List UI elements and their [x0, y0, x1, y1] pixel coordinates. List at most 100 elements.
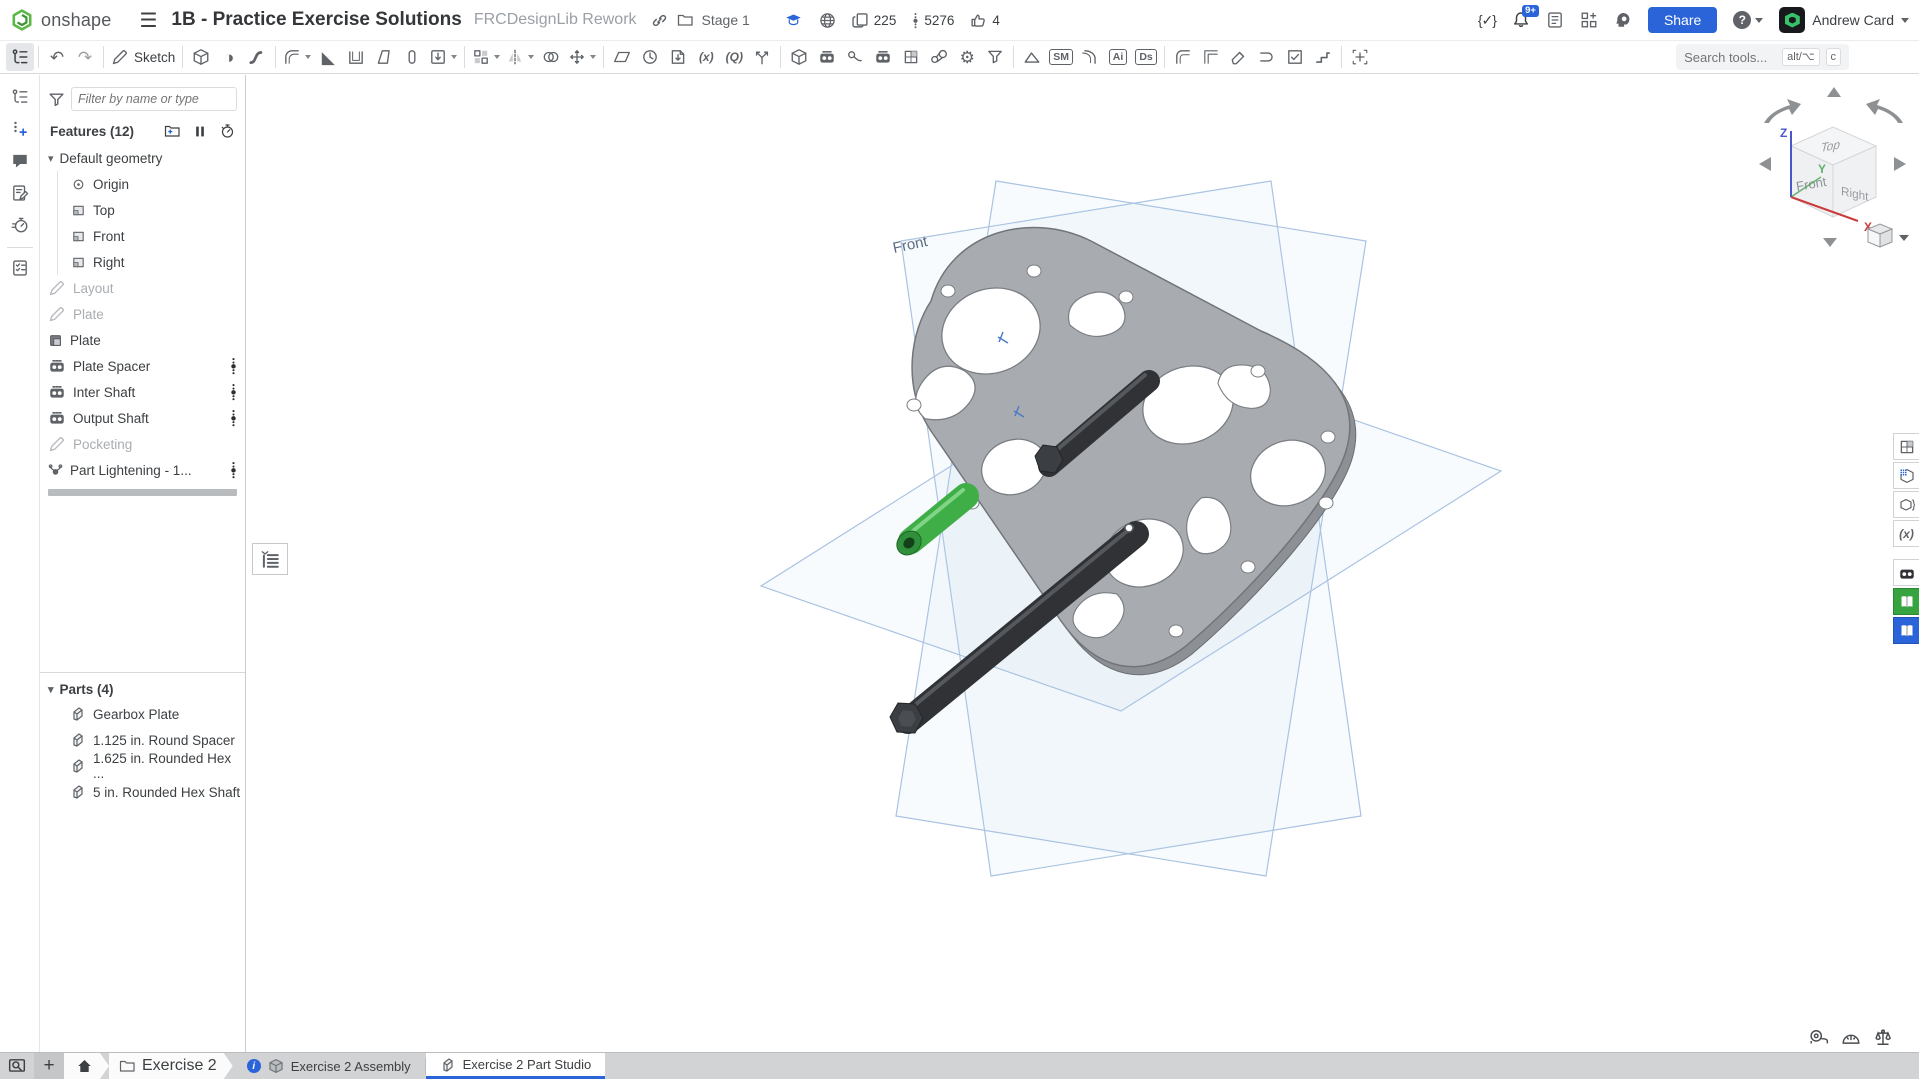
regeneration-time-icon[interactable] [219, 123, 235, 139]
configuration-variables-panel-tab[interactable]: (x) [1893, 520, 1919, 547]
apps-icon[interactable] [1580, 11, 1598, 29]
primitive-box-button[interactable] [785, 43, 813, 71]
feature-status-dots-icon[interactable] [230, 357, 237, 378]
belt-calculator-button[interactable] [813, 43, 841, 71]
user-name[interactable]: Andrew Card [1812, 12, 1894, 28]
view-cube[interactable]: Top Front Right Z Y X [1759, 87, 1909, 247]
bend-button[interactable] [1076, 43, 1104, 71]
origin-marker[interactable] [1125, 524, 1133, 532]
feature-status-dots-icon[interactable] [230, 409, 237, 430]
feature-list-flyout-button[interactable] [252, 543, 288, 575]
ai-advisor-button[interactable]: Ai [1104, 43, 1132, 71]
help-caret-icon[interactable] [1755, 18, 1763, 23]
tab-manager-icon[interactable] [0, 1053, 34, 1079]
filter-feature-button[interactable] [981, 43, 1009, 71]
rib-button[interactable] [398, 43, 426, 71]
document-title[interactable]: 1B - Practice Exercise Solutions [171, 9, 461, 31]
view-options-button[interactable] [1868, 224, 1909, 247]
redo-button[interactable]: ↷ [71, 43, 99, 71]
home-tab[interactable] [64, 1053, 109, 1079]
feature-row[interactable]: Right [58, 249, 245, 275]
toggle-feature-list-button[interactable] [6, 43, 34, 71]
appearance-panel-tab[interactable] [1893, 433, 1919, 460]
tape-measure-icon[interactable] [1809, 1028, 1829, 1046]
feature-row[interactable]: Output Shaft [40, 405, 245, 431]
link-icon[interactable] [651, 12, 668, 29]
feature-row[interactable]: Origin [58, 171, 245, 197]
pulley-button[interactable] [925, 43, 953, 71]
onshape-logo[interactable]: onshape [10, 8, 111, 32]
material-button[interactable] [897, 43, 925, 71]
sheet-metal-model-button[interactable]: SM [1046, 43, 1076, 71]
frame-button[interactable] [748, 43, 776, 71]
search-tools-input[interactable] [1684, 50, 1776, 65]
shell-button[interactable] [342, 43, 370, 71]
finish-button[interactable] [1225, 43, 1253, 71]
part-row[interactable]: 1.625 in. Rounded Hex ... [40, 753, 245, 779]
workspace-name[interactable]: Stage 1 [702, 12, 750, 28]
feature-status-dots-icon[interactable] [230, 383, 237, 404]
fillet-dropdown-icon[interactable] [305, 55, 311, 59]
hole-button[interactable] [426, 43, 460, 71]
rollback-bar[interactable] [48, 489, 237, 496]
undo-button[interactable]: ↶ [43, 43, 71, 71]
ai-assistant-icon[interactable] [1614, 11, 1632, 29]
part-row[interactable]: Gearbox Plate [40, 701, 245, 727]
spline-button[interactable] [841, 43, 869, 71]
tab-feature-button[interactable] [1281, 43, 1309, 71]
notes-panel-button[interactable] [5, 179, 35, 207]
versions-icon[interactable]: {✓} [1478, 12, 1496, 29]
revolve-button[interactable]: ◑ [215, 43, 243, 71]
tasks-icon[interactable] [1546, 11, 1564, 29]
sheet-metal-flat-button[interactable] [1018, 43, 1046, 71]
flange-button[interactable] [1169, 43, 1197, 71]
design-studio-button[interactable]: Ds [1132, 43, 1160, 71]
suppress-pause-icon[interactable] [193, 124, 207, 139]
boolean-button[interactable] [537, 43, 565, 71]
extrude-button[interactable] [187, 43, 215, 71]
linear-pattern-dropdown-icon[interactable] [494, 55, 500, 59]
transform-dropdown-icon[interactable] [590, 55, 596, 59]
variable-button[interactable]: (x) [692, 43, 720, 71]
mirror-dropdown-icon[interactable] [528, 55, 534, 59]
notifications-bell-icon[interactable]: 9+ [1512, 11, 1530, 29]
main-menu-icon[interactable]: ☰ [139, 8, 157, 33]
origin-align-button[interactable] [1346, 43, 1374, 71]
feature-row[interactable]: Inter Shaft [40, 379, 245, 405]
draft-button[interactable] [370, 43, 398, 71]
part-row[interactable]: 5 in. Rounded Hex Shaft [40, 779, 245, 805]
sweep-button[interactable] [243, 43, 271, 71]
user-menu-caret-icon[interactable] [1901, 18, 1909, 23]
feature-row[interactable]: Part Lightening - 1... [40, 457, 245, 483]
helix-button[interactable] [636, 43, 664, 71]
tab-exercise-2-assembly[interactable]: iExercise 2 Assembly [233, 1053, 425, 1079]
sketch-button[interactable]: Sketch [108, 43, 178, 71]
feature-group-row[interactable]: ▾Default geometry [40, 145, 245, 171]
user-avatar[interactable] [1779, 7, 1805, 33]
history-panel-button[interactable] [5, 211, 35, 239]
gear-button[interactable]: ⚙ [953, 43, 981, 71]
wire-button[interactable] [1253, 43, 1281, 71]
comments-panel-button[interactable] [5, 147, 35, 175]
routing-button[interactable] [1309, 43, 1337, 71]
configured-features-panel-tab[interactable] [1893, 491, 1919, 518]
feature-row[interactable]: Plate [40, 327, 245, 353]
3d-viewport-canvas[interactable]: Front [246, 75, 1919, 1052]
feature-row[interactable]: Pocketing [40, 431, 245, 457]
search-tools[interactable]: alt/⌥ c [1676, 44, 1849, 70]
checklist-panel-button[interactable] [5, 254, 35, 282]
corner-button[interactable] [1197, 43, 1225, 71]
add-folder-icon[interactable] [163, 123, 181, 139]
info-icon[interactable]: i [247, 1059, 261, 1073]
import-button[interactable] [664, 43, 692, 71]
learning-center-panel-tab[interactable] [1893, 588, 1919, 615]
feature-row[interactable]: Top [58, 197, 245, 223]
featurescript-panel-tab[interactable] [1893, 559, 1919, 586]
parts-chevron-icon[interactable]: ▾ [48, 683, 54, 696]
feature-row[interactable]: Layout [40, 275, 245, 301]
configuration-panel-tab[interactable] [1893, 462, 1919, 489]
lookup-button[interactable]: (Q) [720, 43, 748, 71]
group-chevron-icon[interactable]: ▾ [48, 152, 54, 165]
thumbs-up-icon[interactable] [970, 12, 987, 29]
fillet-button[interactable] [280, 43, 314, 71]
